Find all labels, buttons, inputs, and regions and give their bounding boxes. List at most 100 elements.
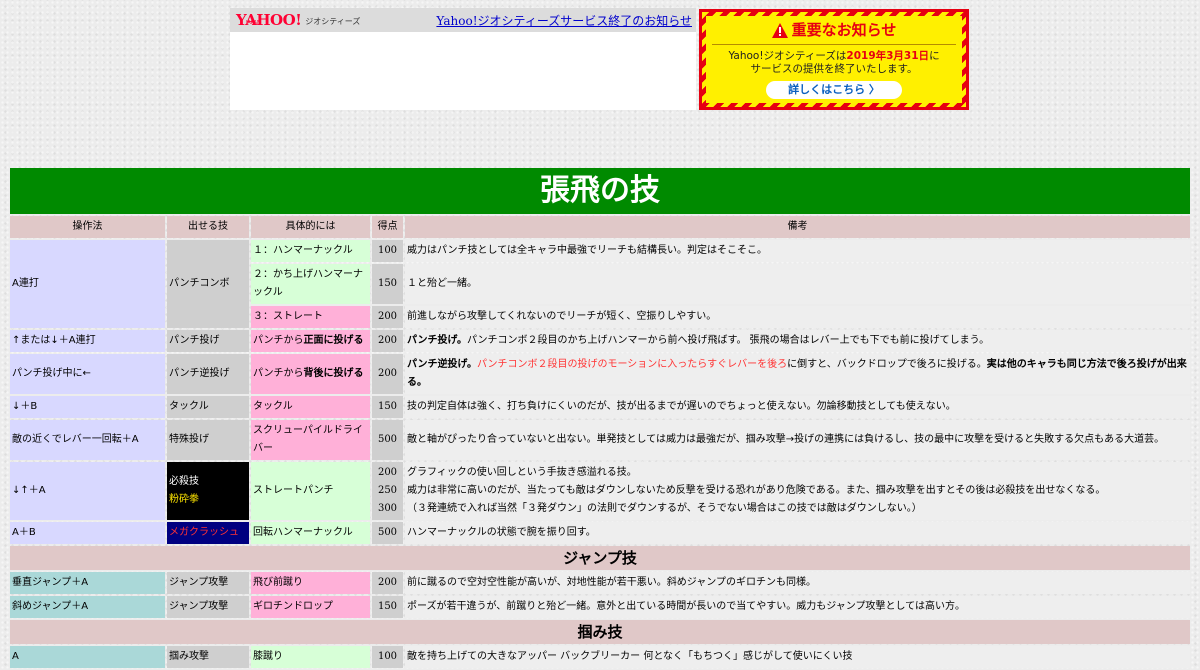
cell-note: 前に蹴るので空対空性能が高いが、対地性能が若干悪い。斜めジャンプのギロチンも同様… <box>405 572 1190 594</box>
cell-detail: １：ハンマーナックル <box>251 240 370 262</box>
table-header-row: 操作法 出せる技 具体的には 得点 備考 <box>10 216 1190 238</box>
note-bold: パンチ逆投げ。 <box>407 359 477 370</box>
cell-skill: パンチ投げ <box>167 330 249 352</box>
cell-detail: ２：かち上げハンマーナックル <box>251 264 370 304</box>
warning-icon <box>771 22 788 38</box>
notice-stripe-frame: 重要なお知らせ Yahoo!ジオシティーズは2019年3月31日に サービスの提… <box>702 12 966 107</box>
important-notice-banner[interactable]: 重要なお知らせ Yahoo!ジオシティーズは2019年3月31日に サービスの提… <box>699 9 969 110</box>
cell-points: 150 <box>372 396 403 418</box>
cell-points: 200 <box>372 354 403 394</box>
detail-bold: 正面に投げる <box>303 335 364 346</box>
cell-points: 150 <box>372 596 403 618</box>
note-bold: パンチ投げ。 <box>407 335 467 346</box>
points-value: 200 <box>377 467 398 478</box>
cell-points: 200 <box>372 572 403 594</box>
header-points: 得点 <box>372 216 403 238</box>
moves-section: 張飛の技 操作法 出せる技 具体的には 得点 備考 A連打 パンチコンボ １：ハ… <box>10 168 1190 670</box>
detail-part: パンチから <box>253 335 304 346</box>
yahoo-logo[interactable]: YAHOO! JAPAN ジオシティーズ <box>236 13 361 28</box>
page-title: 張飛の技 <box>10 168 1190 214</box>
table-row: A＋B メガクラッシュ 回転ハンマーナックル 500 ハンマーナックルの状態で腕… <box>10 522 1190 544</box>
cell-detail: ストレートパンチ <box>251 462 370 520</box>
note-line: グラフィックの使い回しという手抜き感溢れる技。 <box>407 467 637 478</box>
banner-bar: YAHOO! JAPAN ジオシティーズ Yahoo!ジオシティーズサービス終了… <box>230 8 696 32</box>
details-button[interactable]: 詳しくはこちら 〉 <box>766 81 902 99</box>
notice-message-part: Yahoo!ジオシティーズは <box>728 50 847 62</box>
cell-note: グラフィックの使い回しという手抜き感溢れる技。 威力は非常に高いのだが、当たっても… <box>405 462 1190 520</box>
detail-part: パンチから <box>253 368 304 379</box>
cell-operation: 敵の近くでレバー一回転＋A <box>10 420 165 460</box>
notice-title-text: 重要なお知らせ <box>791 21 897 39</box>
table-row: ↓↑＋A 必殺技 粉砕拳 ストレートパンチ 200 250 300 グラフィックの使い… <box>10 462 1190 520</box>
cell-points: 500 <box>372 522 403 544</box>
notice-message-part: に <box>929 50 940 62</box>
moves-table: 操作法 出せる技 具体的には 得点 備考 A連打 パンチコンボ １：ハンマーナッ… <box>8 214 1192 670</box>
cell-skill: 特殊投げ <box>167 420 249 460</box>
table-row: ↓＋B タックル タックル 150 技の判定自体は強く、打ち負けにくいのだが、技… <box>10 396 1190 418</box>
cell-detail: ギロチンドロップ <box>251 596 370 618</box>
section-row: ジャンプ技 <box>10 546 1190 570</box>
geocities-banner: YAHOO! JAPAN ジオシティーズ Yahoo!ジオシティーズサービス終了… <box>230 8 696 110</box>
cell-note: パンチ逆投げ。パンチコンボ２段目の投げのモーションに入ったらすぐレバーを後ろに倒… <box>405 354 1190 394</box>
notice-body: 重要なお知らせ Yahoo!ジオシティーズは2019年3月31日に サービスの提… <box>706 16 962 103</box>
cell-skill: ジャンプ攻撃 <box>167 572 249 594</box>
cell-detail: 膝蹴り <box>251 646 370 668</box>
cell-skill: 掴み攻撃 <box>167 646 249 668</box>
table-row: ↑または↓＋A連打 パンチ投げ パンチから正面に投げる 200 パンチ投げ。パン… <box>10 330 1190 352</box>
table-row: パンチ投げ中に← パンチ逆投げ パンチから背後に投げる 200 パンチ逆投げ。パ… <box>10 354 1190 394</box>
cell-points: 100 <box>372 240 403 262</box>
table-row: 敵の近くでレバー一回転＋A 特殊投げ スクリューパイルドライバー 500 敵と軸… <box>10 420 1190 460</box>
geocities-label: ジオシティーズ <box>305 17 361 26</box>
cell-note: 前進しながら攻撃してくれないのでリーチが短く、空振りしやすい。 <box>405 306 1190 328</box>
section-grab-title: 掴み技 <box>10 620 1190 644</box>
table-row: 垂直ジャンプ＋A ジャンプ攻撃 飛び前蹴り 200 前に蹴るので空対空性能が高い… <box>10 572 1190 594</box>
header-detail: 具体的には <box>251 216 370 238</box>
cell-detail: 回転ハンマーナックル <box>251 522 370 544</box>
cell-operation: パンチ投げ中に← <box>10 354 165 394</box>
cell-detail: スクリューパイルドライバー <box>251 420 370 460</box>
cell-operation: A連打 <box>10 240 165 328</box>
detail-bold: 背後に投げる <box>303 368 364 379</box>
note-line: （３発連続で入れば当然「３発ダウン」の法則でダウンするが、そうでない場合はこの技… <box>407 503 922 514</box>
yahoo-logo-sub: JAPAN <box>246 20 261 26</box>
cell-points: 150 <box>372 264 403 304</box>
cell-points: 100 <box>372 646 403 668</box>
note-text: パンチコンボ２段目のかち上げハンマーから前へ投げ飛ばす。 張飛の場合はレバー上で… <box>467 335 990 346</box>
cell-points: 200 <box>372 306 403 328</box>
cell-operation: ↑または↓＋A連打 <box>10 330 165 352</box>
cell-skill: メガクラッシュ <box>167 522 249 544</box>
cell-operation: A <box>10 646 165 668</box>
cell-detail: パンチから正面に投げる <box>251 330 370 352</box>
cell-operation: 斜めジャンプ＋A <box>10 596 165 618</box>
skill-name: 粉砕拳 <box>169 494 199 505</box>
cell-skill: タックル <box>167 396 249 418</box>
cell-operation: A＋B <box>10 522 165 544</box>
note-red: パンチコンボ２段目の投げのモーションに入ったらすぐレバーを後ろ <box>477 359 788 370</box>
cell-note: １と殆ど一緒。 <box>405 264 1190 304</box>
cell-skill: 必殺技 粉砕拳 <box>167 462 249 520</box>
table-row: A連打 パンチコンボ １：ハンマーナックル 100 威力はパンチ技としては全キャ… <box>10 240 1190 328</box>
section-jump-title: ジャンプ技 <box>10 546 1190 570</box>
cell-note: ポーズが若干違うが、前蹴りと殆ど一緒。意外と出ている時間が長いので当てやすい。威… <box>405 596 1190 618</box>
notice-message-line2: サービスの提供を終了いたします。 <box>750 63 918 75</box>
cell-note: パンチ投げ。パンチコンボ２段目のかち上げハンマーから前へ投げ飛ばす。 張飛の場合… <box>405 330 1190 352</box>
cell-points: 200 <box>372 330 403 352</box>
table-row: A 掴み攻撃 膝蹴り 100 敵を持ち上げての大きなアッパー バックブリーカー … <box>10 646 1190 668</box>
cell-operation: 垂直ジャンプ＋A <box>10 572 165 594</box>
cell-note: 敵と軸がぴったり合っていないと出ない。単発技としては威力は最強だが、掴み攻撃→投… <box>405 420 1190 460</box>
cell-points: 200 250 300 <box>372 462 403 520</box>
service-end-notice-link[interactable]: Yahoo!ジオシティーズサービス終了のお知らせ <box>436 12 692 29</box>
cell-detail: 飛び前蹴り <box>251 572 370 594</box>
cell-detail: タックル <box>251 396 370 418</box>
cell-note: ハンマーナックルの状態で腕を振り回す。 <box>405 522 1190 544</box>
note-text: に倒すと、バックドロップで後ろに投げる。 <box>787 359 987 370</box>
cell-note: 敵を持ち上げての大きなアッパー バックブリーカー 何となく「もちつく」感じがして… <box>405 646 1190 668</box>
points-value: 250 <box>377 485 398 496</box>
section-row: 掴み技 <box>10 620 1190 644</box>
cell-detail: パンチから背後に投げる <box>251 354 370 394</box>
cell-note: 技の判定自体は強く、打ち負けにくいのだが、技が出るまでが遅いのでちょっと使えない… <box>405 396 1190 418</box>
cell-skill: パンチコンボ <box>167 240 249 328</box>
skill-type: 必殺技 <box>169 476 199 487</box>
header-notes: 備考 <box>405 216 1190 238</box>
notice-date: 2019年3月31日 <box>846 50 930 62</box>
